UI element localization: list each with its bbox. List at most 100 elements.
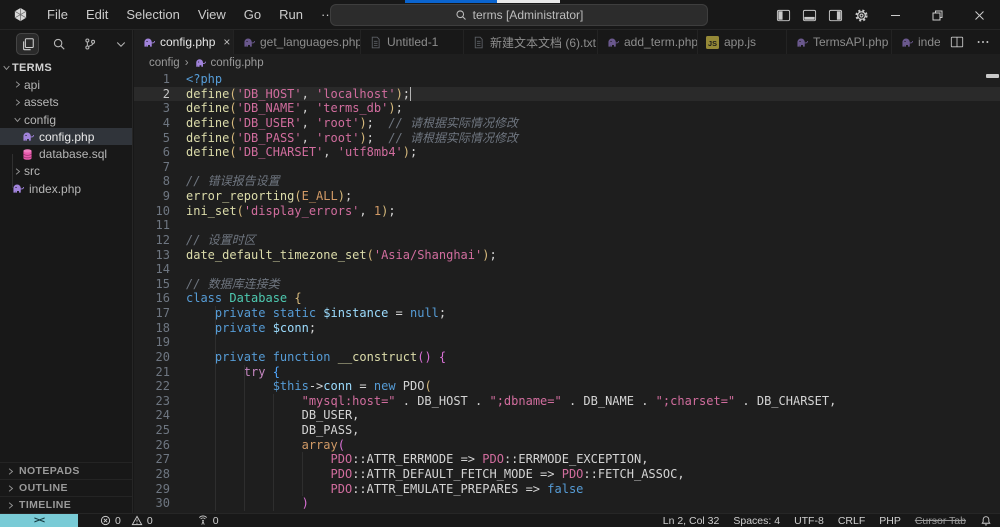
status-ln-2-col-32[interactable]: Ln 2, Col 32 <box>663 515 720 527</box>
split-editor-icon[interactable] <box>950 35 964 49</box>
close-window-button[interactable] <box>958 0 1000 30</box>
line-number[interactable]: 9 <box>134 189 170 204</box>
toggle-panel-icon[interactable] <box>796 0 822 30</box>
remote-indicator[interactable]: >< <box>0 514 78 527</box>
settings-gear-icon[interactable] <box>848 0 874 30</box>
line-number[interactable]: 12 <box>134 233 170 248</box>
tab-TermsAPI.php[interactable]: TermsAPI.php <box>787 30 892 54</box>
tree-item-src[interactable]: src <box>0 163 132 180</box>
code-line-7[interactable]: 7 <box>134 160 1000 175</box>
tree-item-api[interactable]: api <box>0 76 132 93</box>
command-center-search[interactable]: terms [Administrator] <box>330 4 708 26</box>
menu-run[interactable]: Run <box>270 0 312 30</box>
status-crlf[interactable]: CRLF <box>838 515 865 527</box>
status-utf-8[interactable]: UTF-8 <box>794 515 824 527</box>
code-line-5[interactable]: 5define('DB_PASS', 'root'); // 请根据实际情况修改 <box>134 131 1000 146</box>
code-editor[interactable]: 1<?php2define('DB_HOST', 'localhost');3d… <box>134 72 1000 513</box>
code-line-30[interactable]: 30 ) <box>134 496 1000 511</box>
code-line-23[interactable]: 23 "mysql:host=" . DB_HOST . ";dbname=" … <box>134 394 1000 409</box>
line-number[interactable]: 6 <box>134 145 170 160</box>
explorer-view-icon[interactable] <box>16 33 39 55</box>
line-number[interactable]: 20 <box>134 350 170 365</box>
line-number[interactable]: 16 <box>134 291 170 306</box>
toggle-sidebar-icon[interactable] <box>770 0 796 30</box>
line-number[interactable]: 26 <box>134 438 170 453</box>
line-number[interactable]: 11 <box>134 218 170 233</box>
code-line-27[interactable]: 27 PDO::ATTR_ERRMODE => PDO::ERRMODE_EXC… <box>134 452 1000 467</box>
section-notepads[interactable]: NOTEPADS <box>0 462 132 479</box>
section-timeline[interactable]: TIMELINE <box>0 496 132 513</box>
tree-root-terms[interactable]: TERMS <box>0 59 132 76</box>
tab-get_languages.php[interactable]: get_languages.php <box>234 30 361 54</box>
tree-item-database.sql[interactable]: database.sql <box>0 145 132 162</box>
code-line-19[interactable]: 19 <box>134 335 1000 350</box>
ports-indicator[interactable]: 0 <box>197 515 219 527</box>
menu-file[interactable]: File <box>38 0 77 30</box>
line-number[interactable]: 30 <box>134 496 170 511</box>
code-line-21[interactable]: 21 try { <box>134 365 1000 380</box>
menu-view[interactable]: View <box>189 0 235 30</box>
line-number[interactable]: 25 <box>134 423 170 438</box>
menu-selection[interactable]: Selection <box>117 0 188 30</box>
line-number[interactable]: 14 <box>134 262 170 277</box>
code-line-22[interactable]: 22 $this->conn = new PDO( <box>134 379 1000 394</box>
code-line-1[interactable]: 1<?php <box>134 72 1000 87</box>
line-number[interactable]: 18 <box>134 321 170 336</box>
code-line-20[interactable]: 20 private function __construct() { <box>134 350 1000 365</box>
status-spaces-4[interactable]: Spaces: 4 <box>733 515 780 527</box>
tab-Untitled-1[interactable]: Untitled-1 <box>361 30 464 54</box>
tab-config.php[interactable]: config.php× <box>134 30 234 54</box>
line-number[interactable]: 21 <box>134 365 170 380</box>
close-tab-icon[interactable]: × <box>223 35 230 49</box>
line-number[interactable]: 23 <box>134 394 170 409</box>
minimize-button[interactable] <box>874 0 916 30</box>
code-line-9[interactable]: 9error_reporting(E_ALL); <box>134 189 1000 204</box>
source-control-view-icon[interactable] <box>78 33 101 55</box>
menu-edit[interactable]: Edit <box>77 0 117 30</box>
tab-add_term.php[interactable]: add_term.php <box>598 30 698 54</box>
status-cursor-tab[interactable]: Cursor Tab <box>915 515 966 527</box>
code-line-11[interactable]: 11 <box>134 218 1000 233</box>
status-php[interactable]: PHP <box>879 515 901 527</box>
line-number[interactable]: 10 <box>134 204 170 219</box>
breadcrumb-folder[interactable]: config <box>149 57 180 69</box>
line-number[interactable]: 4 <box>134 116 170 131</box>
line-number[interactable]: 13 <box>134 248 170 263</box>
tree-item-config.php[interactable]: config.php <box>0 128 132 145</box>
code-line-3[interactable]: 3define('DB_NAME', 'terms_db'); <box>134 101 1000 116</box>
code-line-10[interactable]: 10ini_set('display_errors', 1); <box>134 204 1000 219</box>
line-number[interactable]: 27 <box>134 452 170 467</box>
tree-item-index.php[interactable]: index.php <box>0 180 132 197</box>
code-line-13[interactable]: 13date_default_timezone_set('Asia/Shangh… <box>134 248 1000 263</box>
line-number[interactable]: 8 <box>134 174 170 189</box>
notifications-bell-icon[interactable] <box>980 515 992 527</box>
line-number[interactable]: 22 <box>134 379 170 394</box>
line-number[interactable]: 2 <box>134 87 170 102</box>
code-line-6[interactable]: 6define('DB_CHARSET', 'utf8mb4'); <box>134 145 1000 160</box>
problems-indicator[interactable]: 0 0 <box>100 515 153 527</box>
line-number[interactable]: 7 <box>134 160 170 175</box>
section-outline[interactable]: OUTLINE <box>0 479 132 496</box>
line-number[interactable]: 29 <box>134 482 170 497</box>
line-number[interactable]: 3 <box>134 101 170 116</box>
code-line-14[interactable]: 14 <box>134 262 1000 277</box>
line-number[interactable]: 19 <box>134 335 170 350</box>
line-number[interactable]: 15 <box>134 277 170 292</box>
code-line-17[interactable]: 17 private static $instance = null; <box>134 306 1000 321</box>
menu-go[interactable]: Go <box>235 0 270 30</box>
code-line-8[interactable]: 8// 错误报告设置 <box>134 174 1000 189</box>
toggle-secondary-sidebar-icon[interactable] <box>822 0 848 30</box>
code-line-16[interactable]: 16class Database { <box>134 291 1000 306</box>
code-line-26[interactable]: 26 array( <box>134 438 1000 453</box>
tree-item-assets[interactable]: assets <box>0 94 132 111</box>
line-number[interactable]: 5 <box>134 131 170 146</box>
code-line-28[interactable]: 28 PDO::ATTR_DEFAULT_FETCH_MODE => PDO::… <box>134 467 1000 482</box>
more-actions-icon[interactable] <box>976 35 990 49</box>
code-line-12[interactable]: 12// 设置时区 <box>134 233 1000 248</box>
restore-button[interactable] <box>916 0 958 30</box>
tab-________6_.txt[interactable]: 新建文本文档 (6).txt <box>464 30 598 54</box>
code-line-18[interactable]: 18 private $conn; <box>134 321 1000 336</box>
more-views-chevron-icon[interactable] <box>109 33 132 55</box>
breadcrumb-file[interactable]: config.php <box>211 57 264 69</box>
tab-app.js[interactable]: JSapp.js <box>698 30 787 54</box>
